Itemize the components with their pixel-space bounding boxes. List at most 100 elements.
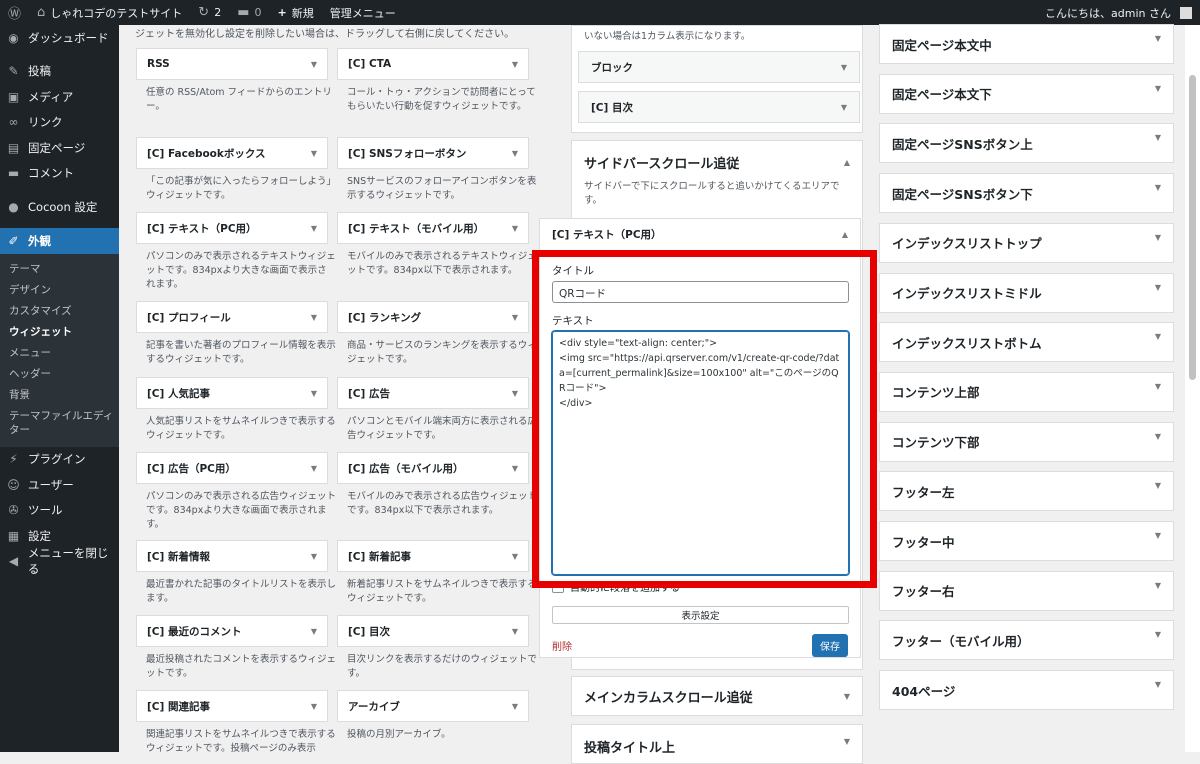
widget-area[interactable]: 固定ページSNSボタン上 ▼ (879, 123, 1174, 164)
widget-item[interactable]: [C] テキスト（モバイル用） ▼ (337, 212, 529, 244)
widget-item[interactable]: [C] 関連記事 ▼ (136, 690, 328, 722)
sidebar-item-appearance[interactable]: ✐ 外観 (0, 227, 119, 254)
widget-item[interactable]: [C] 新着記事 ▼ (337, 540, 529, 572)
widget-item[interactable]: [C] 目次 ▼ (337, 615, 529, 647)
sidebar-item-link[interactable]: ∞ リンク (0, 110, 119, 136)
widget-area[interactable]: 固定ページSNSボタン下 ▼ (879, 173, 1174, 214)
widget-title: [C] 人気記事 (147, 387, 210, 400)
sidebar-item-plugin[interactable]: ⚡ プラグイン (0, 447, 119, 473)
widget-item[interactable]: [C] テキスト（PC用） ▼ (136, 212, 328, 244)
area-title: メインカラムスクロール追従 (584, 690, 753, 706)
widget-area[interactable]: フッター中 ▼ (879, 521, 1174, 561)
main-column-scroll-area[interactable]: メインカラムスクロール追従 ▼ (571, 676, 863, 716)
sidebar-item-dashboard[interactable]: ◉ ダッシュボード (0, 25, 119, 51)
widget-item[interactable]: [C] 広告（PC用） ▼ (136, 452, 328, 484)
widget-toc[interactable]: [C] 目次 ▼ (578, 91, 860, 123)
widget-area[interactable]: インデックスリストトップ ▼ (879, 222, 1174, 263)
widget-area[interactable]: コンテンツ上部 ▼ (879, 371, 1174, 412)
my-account-link[interactable]: こんにちは、admin さん (1037, 0, 1200, 25)
appearance-icon: ✐ (8, 233, 19, 248)
widget-area-title: インデックスリストミドル (892, 286, 1042, 301)
sidebar-item-cocoon[interactable]: ● Cocoon 設定 (0, 194, 119, 220)
widget-title: [C] 広告（モバイル用） (348, 462, 464, 475)
avatar (1180, 6, 1192, 19)
site-name: しゃれコデのテストサイト (50, 6, 183, 20)
arrow-up-icon: ▲ (843, 158, 850, 167)
arrow-down-icon: ▼ (511, 701, 518, 711)
widget-area[interactable]: 固定ページ本文下 ▼ (879, 73, 1174, 114)
submenu-item[interactable]: テーマ (0, 259, 119, 280)
widget-title: [C] 広告 (348, 387, 390, 400)
sidebar-item-pin[interactable]: ✎ 投稿 (0, 59, 119, 85)
submenu-item[interactable]: カスタマイズ (0, 301, 119, 322)
widget-area[interactable]: インデックスリストボトム ▼ (879, 322, 1174, 363)
sidebar-item-comment[interactable]: ▬ コメント (0, 161, 119, 187)
widget-area[interactable]: コンテンツ下部 ▼ (879, 421, 1174, 462)
widget-title: ブロック (591, 61, 633, 74)
delete-link[interactable]: 削除 (552, 638, 572, 653)
updates-icon: ↻ (198, 5, 210, 20)
post-title-top-area[interactable]: 投稿タイトル上 ▼ (571, 724, 863, 764)
widget-area-title: フッター右 (892, 584, 955, 600)
wordpress-logo-icon[interactable]: Ⓦ (0, 0, 29, 25)
plugin-icon: ⚡ (9, 452, 18, 467)
collapse-icon: ◀ (8, 554, 19, 569)
updates-link[interactable]: ↻ 2 (190, 0, 229, 25)
widget-item[interactable]: [C] SNSフォローボタン ▼ (337, 137, 529, 169)
widget-area[interactable]: フッター右 ▼ (879, 570, 1174, 611)
appearance-submenu: テーマ デザイン カスタマイズ ウィジェット メニュー ヘッダー 背景 テーマファイルエディタ… (0, 253, 119, 447)
widget-item[interactable]: アーカイブ ▼ (337, 690, 529, 722)
site-name-link[interactable]: ⌂ しゃれコデのテストサイト (29, 0, 190, 25)
submenu-item[interactable]: 背景 (0, 385, 119, 406)
widget-item[interactable]: [C] 広告（モバイル用） ▼ (337, 452, 529, 484)
sidebar-scroll-area-header[interactable]: サイドバースクロール追従 ▲ (572, 141, 862, 180)
widget-title: [C] プロフィール (147, 311, 231, 324)
sidebar-item-page[interactable]: ▤ 固定ページ (0, 135, 119, 161)
sidebar-item-collapse[interactable]: ◀ メニューを閉じる (0, 546, 119, 576)
sidebar-item-label: ダッシュボード (28, 30, 109, 45)
settings-icon: ▦ (7, 528, 20, 543)
sidebar-item-tool[interactable]: ✇ ツール (0, 498, 119, 524)
widget-item[interactable]: [C] プロフィール ▼ (136, 301, 328, 333)
widget-item[interactable]: [C] ランキング ▼ (337, 301, 529, 333)
widget-area[interactable]: 404ページ ▼ (879, 670, 1174, 711)
submenu-item[interactable]: テーマファイルエディター (0, 406, 119, 441)
widget-area-title: フッター中 (892, 534, 955, 550)
arrow-down-icon: ▼ (511, 551, 518, 561)
widget-item[interactable]: RSS ▼ (136, 48, 328, 80)
submenu-item[interactable]: ウィジェット (0, 322, 119, 343)
widget-title: [C] 目次 (591, 101, 633, 114)
widget-description: 目次リンクを表示するだけのウィジェットです。 (347, 654, 538, 679)
new-content-link[interactable]: + 新規 (269, 0, 321, 25)
submenu-item[interactable]: ヘッダー (0, 364, 119, 385)
display-settings-button[interactable]: 表示設定 (552, 606, 849, 624)
widget-block[interactable]: ブロック ▼ (578, 51, 860, 83)
text-widget-header[interactable]: [C] テキスト（PC用） ▲ (540, 219, 860, 251)
admin-bar: Ⓦ ⌂ しゃれコデのテストサイト ↻ 2 ▬ 0 + 新規 管理メニュー こんにちは、a… (0, 0, 1200, 25)
arrow-down-icon: ▼ (843, 691, 850, 701)
widget-item[interactable]: [C] 最近のコメント ▼ (136, 615, 328, 647)
sidebar-item-user[interactable]: ☺ ユーザー (0, 472, 119, 498)
save-button[interactable]: 保存 (812, 634, 848, 657)
widget-description: モバイルのみで表示されるテキストウィジェットです。834px以下で表示されます。 (347, 251, 537, 276)
widget-item[interactable]: [C] 新着情報 ▼ (136, 540, 328, 572)
widget-item[interactable]: [C] CTA ▼ (337, 48, 529, 80)
widget-title: [C] 目次 (348, 625, 390, 638)
widget-area[interactable]: フッター左 ▼ (879, 471, 1174, 512)
admin-menu-link[interactable]: 管理メニュー (322, 0, 404, 25)
arrow-down-icon: ▼ (1154, 183, 1161, 193)
widget-item[interactable]: [C] 人気記事 ▼ (136, 377, 328, 409)
page-icon: ▤ (7, 140, 20, 155)
submenu-item[interactable]: デザイン (0, 280, 119, 301)
widget-item[interactable]: [C] 広告 ▼ (337, 377, 529, 409)
submenu-item[interactable]: メニュー (0, 343, 119, 364)
widget-area[interactable]: インデックスリストミドル ▼ (879, 272, 1174, 313)
widget-area[interactable]: フッター（モバイル用） ▼ (879, 620, 1174, 661)
widget-description: モバイルのみで表示される広告ウィジェットです。834px以下で表示されます。 (347, 491, 538, 516)
area-title: 投稿タイトル上 (584, 741, 676, 756)
sidebar-item-media[interactable]: ▣ メディア (0, 84, 119, 110)
widget-area[interactable]: 固定ページ本文中 ▼ (879, 24, 1174, 64)
scrollbar-thumb[interactable] (1189, 75, 1196, 380)
comments-link[interactable]: ▬ 0 (229, 0, 269, 25)
widget-item[interactable]: [C] Facebookボックス ▼ (136, 137, 328, 169)
